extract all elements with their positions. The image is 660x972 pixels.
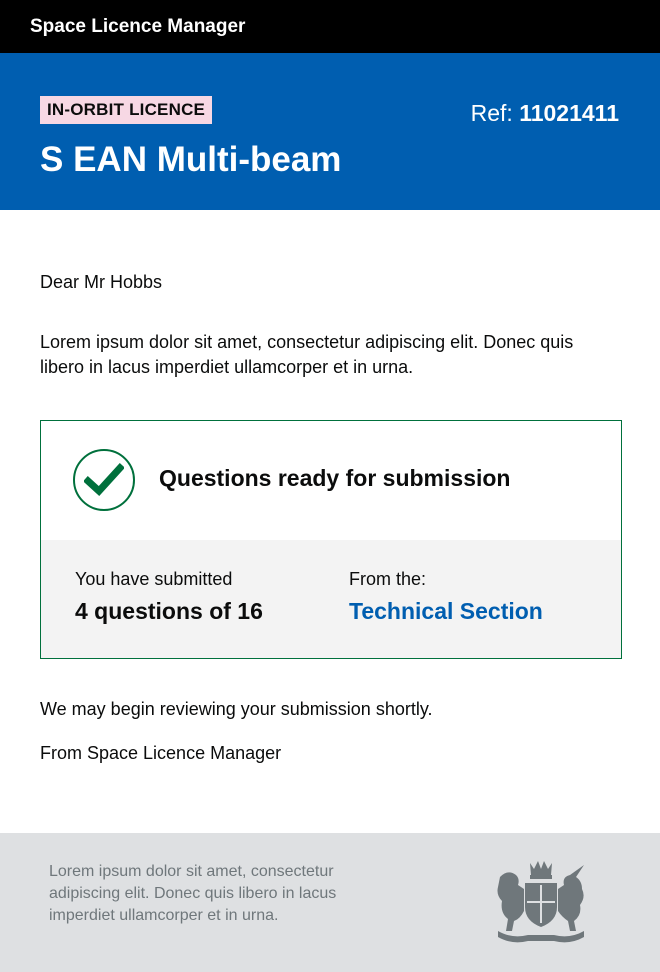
letter-body: Dear Mr Hobbs Lorem ipsum dolor sit amet…	[0, 271, 660, 765]
licence-banner: IN-ORBIT LICENCE Ref: 11021411 S EAN Mul…	[0, 53, 660, 210]
reference: Ref: 11021411	[471, 98, 619, 128]
footer: Lorem ipsum dolor sit amet, consectetur …	[0, 833, 660, 972]
panel-header: Questions ready for submission	[41, 421, 621, 540]
review-notice: We may begin reviewing your submission s…	[40, 699, 433, 719]
submission-status-panel: Questions ready for submission You have …	[40, 420, 622, 659]
submitted-summary: You have submitted 4 questions of 16	[75, 568, 263, 625]
intro-paragraph: Lorem ipsum dolor sit amet, consectetur …	[40, 332, 574, 377]
panel-heading: Questions ready for submission	[159, 465, 511, 491]
greeting: Dear Mr Hobbs	[40, 272, 163, 292]
app-name: Space Licence Manager	[30, 16, 246, 37]
check-circle-icon	[73, 449, 135, 511]
app-header: Space Licence Manager	[0, 0, 660, 53]
section-link[interactable]: Technical Section	[349, 597, 543, 625]
licence-type-tag: IN-ORBIT LICENCE	[40, 96, 213, 124]
licence-title: S EAN Multi-beam	[40, 140, 342, 179]
submitted-label: You have submitted	[75, 569, 233, 589]
panel-summary: You have submitted 4 questions of 16 Fro…	[41, 540, 621, 658]
submitted-count: 4 questions of 16	[75, 598, 263, 624]
reference-number: 11021411	[519, 100, 619, 126]
footer-text: Lorem ipsum dolor sit amet, consectetur …	[49, 863, 337, 924]
reference-label: Ref:	[470, 100, 520, 126]
signoff: From Space Licence Manager	[40, 743, 282, 763]
from-label: From the:	[349, 569, 427, 589]
royal-coat-of-arms-icon	[492, 859, 590, 948]
section-summary: From the: Technical Section	[349, 568, 543, 625]
